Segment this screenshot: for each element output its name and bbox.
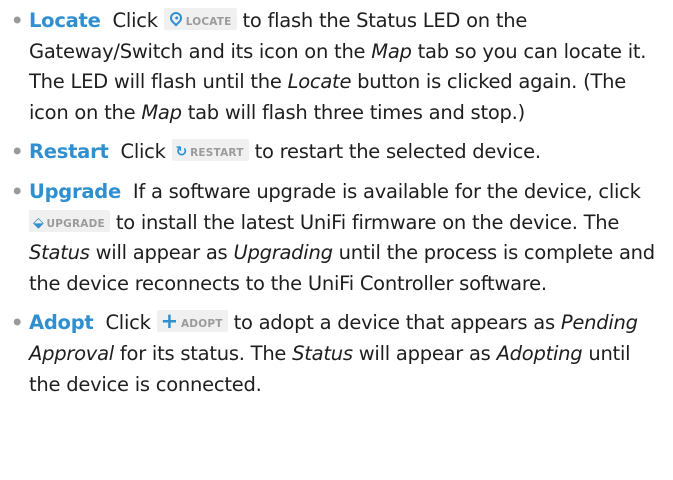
term-adopt: Adopt xyxy=(29,311,94,335)
locate-button-label: LOCATE xyxy=(185,16,232,28)
restart-icon: ↻ xyxy=(175,144,188,161)
emphasis: Status xyxy=(292,341,353,365)
text: Click xyxy=(105,311,151,335)
bullet: • xyxy=(11,179,24,203)
list-item-adopt: • Adopt Click + ADOPT to adopt a device t… xyxy=(8,308,665,400)
bullet: • xyxy=(11,140,24,164)
term-locate: Locate xyxy=(29,9,101,32)
upgrade-icon: ⬙ xyxy=(33,214,44,231)
text: to install the latest UniFi firmware on … xyxy=(115,210,620,234)
text: Click xyxy=(112,9,158,32)
plus-icon: + xyxy=(160,309,179,334)
list-item-locate: • Locate Click LOCATE to flash the Statu… xyxy=(8,6,665,128)
upgrade-button-label: UPGRADE xyxy=(46,217,105,230)
emphasis: Map xyxy=(371,39,412,63)
bullet: • xyxy=(11,9,24,32)
map-pin-icon xyxy=(167,9,185,27)
list-item-restart: • Restart Click ↻ RESTART to restart the … xyxy=(8,137,665,168)
emphasis: Upgrading xyxy=(233,241,333,265)
text: to adopt a device that appears as xyxy=(233,311,556,335)
emphasis: Adopting xyxy=(496,341,583,365)
upgrade-button: ⬙ UPGRADE xyxy=(29,209,110,232)
term-upgrade: Upgrade xyxy=(29,179,121,203)
emphasis: Map xyxy=(141,100,182,124)
emphasis: Status xyxy=(29,241,90,265)
text: Click xyxy=(120,140,166,164)
locate-button: LOCATE xyxy=(163,8,237,30)
document-body: • Locate Click LOCATE to flash the Statu… xyxy=(0,0,673,400)
term-restart: Restart xyxy=(29,140,109,164)
adopt-button: + ADOPT xyxy=(156,309,228,334)
text: If a software upgrade is available for t… xyxy=(132,179,641,203)
list-item-upgrade: • Upgrade If a software upgrade is avail… xyxy=(8,177,665,299)
text: to restart the selected device. xyxy=(254,140,541,164)
text: tab will flash three times and stop.) xyxy=(187,100,526,124)
emphasis: Locate xyxy=(287,70,352,94)
bullet: • xyxy=(11,311,24,335)
adopt-button-label: ADOPT xyxy=(180,318,223,331)
restart-button-label: RESTART xyxy=(190,147,244,160)
text: will appear as xyxy=(358,341,491,365)
restart-button: ↻ RESTART xyxy=(171,139,249,162)
text: will appear as xyxy=(95,241,228,265)
text: for its status. The xyxy=(119,341,287,365)
